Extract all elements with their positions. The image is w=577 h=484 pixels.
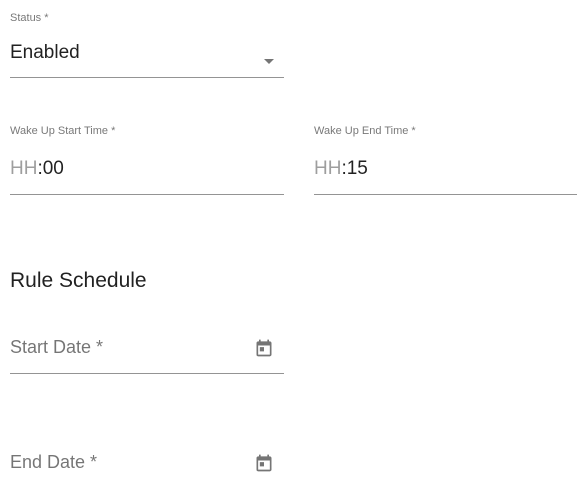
- start-date-field[interactable]: Start Date *: [10, 336, 284, 374]
- wake-up-end-time-value: HH:15: [314, 158, 368, 180]
- hours-input[interactable]: HH: [10, 158, 37, 179]
- wake-up-end-time-underline: [314, 194, 577, 195]
- wake-up-start-time-underline: [10, 194, 284, 195]
- wake-up-start-time-value: HH:00: [10, 158, 64, 180]
- status-select[interactable]: Status * Enabled: [10, 12, 284, 78]
- hours-input[interactable]: HH: [314, 158, 341, 179]
- rule-schedule-heading: Rule Schedule: [10, 269, 147, 292]
- minutes-input[interactable]: 00: [43, 158, 64, 179]
- wake-up-start-time-label: Wake Up Start Time *: [10, 125, 116, 137]
- wake-up-end-time-field[interactable]: Wake Up End Time * HH:15: [314, 125, 577, 195]
- status-value: Enabled: [10, 42, 80, 63]
- wake-up-end-time-label: Wake Up End Time *: [314, 125, 416, 137]
- start-date-placeholder: Start Date *: [10, 337, 104, 357]
- end-date-field[interactable]: End Date *: [10, 451, 284, 481]
- status-label: Status *: [10, 12, 49, 24]
- arrow-drop-down-icon[interactable]: [264, 59, 274, 64]
- calendar-icon[interactable]: [254, 338, 274, 358]
- status-underline: [10, 77, 284, 78]
- wake-up-start-time-field[interactable]: Wake Up Start Time * HH:00: [10, 125, 284, 195]
- minutes-input[interactable]: 15: [347, 158, 368, 179]
- end-date-placeholder: End Date *: [10, 452, 98, 472]
- start-date-underline: [10, 373, 284, 374]
- calendar-icon[interactable]: [254, 453, 274, 473]
